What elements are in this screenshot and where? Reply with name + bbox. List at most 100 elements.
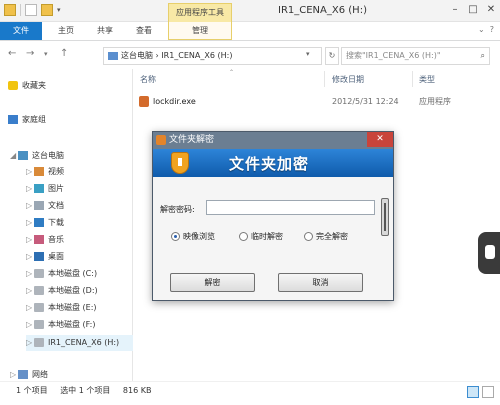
column-divider[interactable]	[324, 71, 325, 87]
new-folder-icon[interactable]	[41, 4, 53, 16]
minimize-button[interactable]: –	[446, 0, 464, 20]
radio-image-browse[interactable]: 映像浏览	[171, 231, 215, 242]
sidebar-item-drive-f[interactable]: ▷ 本地磁盘 (F:)	[26, 317, 95, 333]
folder-decrypt-dialog: 文件夹解密 ✕ 文件夹加密 解密密码: 映像浏览 临时解密 完全解密 解密 取消	[152, 131, 394, 301]
sidebar-item-label: 音乐	[48, 235, 64, 244]
expand-icon[interactable]: ▷	[26, 198, 34, 214]
sidebar-item-drive-c[interactable]: ▷ 本地磁盘 (C:)	[26, 266, 97, 282]
maximize-button[interactable]: □	[464, 0, 482, 20]
password-input[interactable]	[206, 200, 375, 215]
expand-icon[interactable]: ▷	[26, 300, 34, 316]
expand-icon[interactable]: ▷	[26, 283, 34, 299]
removable-drive-icon	[34, 338, 44, 347]
expand-icon[interactable]: ▷	[26, 215, 34, 231]
scroll-handle[interactable]	[381, 198, 389, 236]
sidebar-item-label: 下载	[48, 218, 64, 227]
radio-unselected-icon[interactable]	[239, 232, 248, 241]
navigation-pane: 收藏夹 家庭组 ◢ 这台电脑 ▷ 视频 ▷ 图片 ▷ 文档 ▷ 下载 ▷ 音乐 ▷ 桌面 ▷ 本…	[0, 69, 133, 381]
collapse-icon[interactable]: ◢	[10, 148, 18, 164]
dialog-title-bar[interactable]: 文件夹解密 ✕	[153, 132, 393, 149]
homegroup-icon	[8, 115, 18, 124]
up-icon[interactable]: ↑	[60, 48, 68, 59]
cancel-button[interactable]: 取消	[278, 273, 363, 292]
sidebar-item-label: 本地磁盘 (C:)	[48, 269, 98, 278]
column-header-type[interactable]: 类型	[419, 74, 435, 85]
help-icon[interactable]: ?	[490, 25, 494, 34]
forward-icon[interactable]: →	[26, 48, 34, 59]
sidebar-item-label: IR1_CENA_X6 (H:)	[48, 338, 120, 347]
sidebar-item-pictures[interactable]: ▷ 图片	[26, 181, 64, 197]
tab-manage[interactable]: 管理	[168, 22, 232, 40]
sidebar-item-label: 网络	[32, 370, 48, 379]
window-title: IR1_CENA_X6 (H:)	[278, 5, 367, 16]
expand-icon[interactable]: ▷	[26, 164, 34, 180]
recent-chevron-icon[interactable]: ▾	[44, 50, 48, 58]
sidebar-item-label: 本地磁盘 (D:)	[48, 286, 98, 295]
computer-icon	[18, 151, 28, 160]
tab-share[interactable]: 共享	[89, 22, 121, 40]
context-tab-label[interactable]: 应用程序工具	[168, 3, 232, 22]
column-divider[interactable]	[412, 71, 413, 87]
address-path: 这台电脑 › IR1_CENA_X6 (H:)	[121, 51, 233, 60]
sidebar-item-label: 收藏夹	[22, 81, 46, 90]
search-input[interactable]: 搜索"IR1_CENA_X6 (H:)" ⌕	[341, 47, 490, 65]
sidebar-item-downloads[interactable]: ▷ 下载	[26, 215, 64, 231]
file-name: lockdir.exe	[153, 97, 196, 106]
quick-access-toolbar: ▾	[4, 4, 61, 16]
radio-unselected-icon[interactable]	[304, 232, 313, 241]
ribbon-tabs: 文件 主页 共享 查看 管理 ⌄ ?	[0, 22, 500, 41]
floating-side-handle[interactable]	[478, 232, 500, 274]
address-bar[interactable]: 这台电脑 › IR1_CENA_X6 (H:)	[103, 47, 322, 65]
sidebar-item-this-pc[interactable]: ◢ 这台电脑	[10, 148, 64, 164]
column-header-name[interactable]: 名称	[140, 74, 156, 85]
sidebar-item-drive-d[interactable]: ▷ 本地磁盘 (D:)	[26, 283, 98, 299]
sidebar-item-homegroup[interactable]: 家庭组	[8, 112, 46, 128]
expand-icon[interactable]: ▷	[26, 249, 34, 265]
scroll-grip-icon	[384, 203, 386, 231]
address-history-icon[interactable]: ▾	[306, 50, 310, 58]
sidebar-item-videos[interactable]: ▷ 视频	[26, 164, 64, 180]
selected-count: 选中 1 个项目	[60, 386, 111, 395]
application-icon	[139, 96, 149, 107]
sidebar-item-label: 家庭组	[22, 115, 46, 124]
item-count: 1 个项目	[16, 386, 48, 395]
tab-view[interactable]: 查看	[128, 22, 160, 40]
close-button[interactable]: ✕	[482, 0, 500, 20]
expand-icon[interactable]: ▷	[26, 181, 34, 197]
banner-title: 文件夹加密	[229, 155, 310, 173]
folder-icon[interactable]	[4, 4, 16, 16]
table-row[interactable]: lockdir.exe 2012/5/31 12:24 应用程序	[134, 94, 500, 110]
video-icon	[34, 167, 44, 176]
expand-icon[interactable]: ▷	[26, 317, 34, 333]
back-icon[interactable]: ←	[8, 48, 16, 59]
radio-selected-icon[interactable]	[171, 232, 180, 241]
details-view-icon[interactable]	[467, 386, 479, 398]
tab-file[interactable]: 文件	[0, 22, 42, 40]
expand-icon[interactable]: ▷	[26, 232, 34, 248]
search-icon[interactable]: ⌕	[481, 48, 485, 64]
title-bar: ▾ 应用程序工具 IR1_CENA_X6 (H:) – □ ✕	[0, 0, 500, 22]
refresh-button[interactable]: ↻	[325, 47, 339, 65]
dialog-title: 文件夹解密	[169, 135, 215, 145]
expand-ribbon-icon[interactable]: ⌄	[478, 25, 485, 34]
sidebar-item-desktop[interactable]: ▷ 桌面	[26, 249, 64, 265]
sidebar-item-drive-e[interactable]: ▷ 本地磁盘 (E:)	[26, 300, 97, 316]
sidebar-item-favorites[interactable]: 收藏夹	[8, 78, 46, 94]
dialog-close-button[interactable]: ✕	[367, 132, 393, 147]
radio-temporary-decrypt[interactable]: 临时解密	[239, 231, 283, 242]
chevron-down-icon[interactable]: ▾	[57, 6, 61, 14]
tab-home[interactable]: 主页	[50, 22, 82, 40]
large-icons-view-icon[interactable]	[482, 386, 494, 398]
sidebar-item-drive-h[interactable]: ▷ IR1_CENA_X6 (H:)	[26, 335, 133, 351]
file-type: 应用程序	[419, 97, 451, 106]
expand-icon[interactable]: ▷	[26, 335, 34, 351]
properties-icon[interactable]	[25, 4, 37, 16]
radio-full-decrypt[interactable]: 完全解密	[304, 231, 348, 242]
sort-arrow-icon: ⌃	[229, 69, 235, 76]
expand-icon[interactable]: ▷	[26, 266, 34, 282]
column-header-date[interactable]: 修改日期	[332, 74, 364, 85]
sidebar-item-documents[interactable]: ▷ 文档	[26, 198, 64, 214]
sidebar-item-music[interactable]: ▷ 音乐	[26, 232, 64, 248]
ribbon-controls: ⌄ ?	[478, 25, 494, 34]
decrypt-button[interactable]: 解密	[170, 273, 255, 292]
